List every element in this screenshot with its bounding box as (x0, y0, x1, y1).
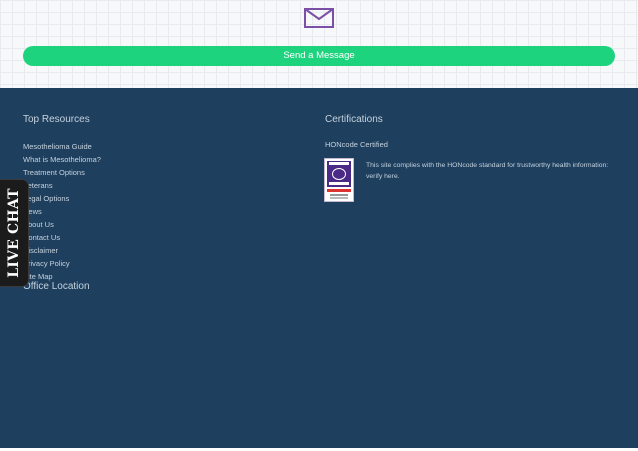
badge-stripe (327, 189, 351, 192)
contact-section: Send a Message (0, 0, 638, 88)
send-message-button[interactable]: Send a Message (23, 46, 615, 66)
resource-link-mesothelioma-guide[interactable]: Mesothelioma Guide (23, 140, 101, 153)
office-location-heading: Office Location (23, 281, 90, 292)
footer: Top Resources Mesothelioma Guide What is… (0, 88, 638, 448)
resource-link-news[interactable]: News (23, 205, 101, 218)
certifications-heading: Certifications (325, 114, 383, 125)
resource-link-what-is-mesothelioma[interactable]: What is Mesothelioma? (23, 153, 101, 166)
badge-line (329, 162, 349, 165)
resource-link-veterans[interactable]: Veterans (23, 179, 101, 192)
honcode-certified-label: HONcode Certified (325, 140, 388, 149)
badge-ring (332, 168, 346, 180)
envelope-icon (304, 8, 334, 28)
badge-line (330, 197, 348, 199)
resource-link-treatment-options[interactable]: Treatment Options (23, 166, 101, 179)
honcode-badge-icon[interactable] (324, 158, 354, 202)
badge-line (329, 182, 349, 185)
resource-link-contact-us[interactable]: Contact Us (23, 231, 101, 244)
resource-link-legal-options[interactable]: Legal Options (23, 192, 101, 205)
resource-link-about-us[interactable]: About Us (23, 218, 101, 231)
honcode-description[interactable]: This site complies with the HONcode stan… (366, 160, 616, 182)
resources-list: Mesothelioma Guide What is Mesothelioma?… (23, 140, 101, 283)
top-resources-heading: Top Resources (23, 114, 90, 125)
resource-link-privacy-policy[interactable]: Privacy Policy (23, 257, 101, 270)
live-chat-tab[interactable]: LIVE CHAT (0, 180, 28, 286)
resource-link-disclaimer[interactable]: Disclaimer (23, 244, 101, 257)
live-chat-label: LIVE CHAT (6, 188, 22, 278)
badge-line (330, 194, 348, 196)
